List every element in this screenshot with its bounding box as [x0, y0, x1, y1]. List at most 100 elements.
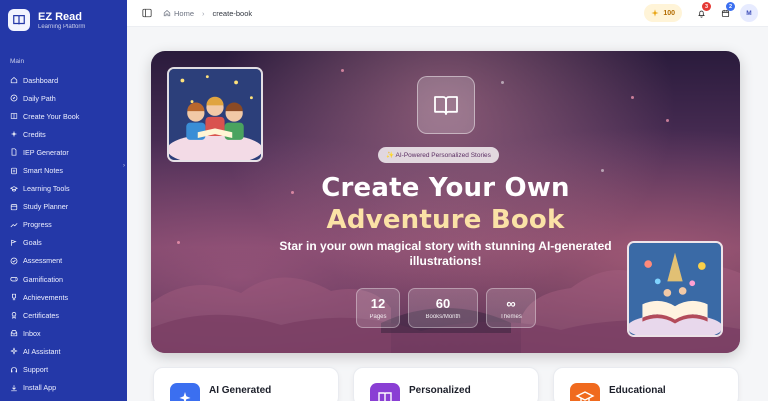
open-book-thumbnail	[627, 241, 723, 337]
download-icon	[10, 384, 18, 392]
sidebar-item-label: Inbox	[23, 328, 41, 338]
topbar: Home › create-book 100 3 2 M	[127, 0, 768, 27]
sidebar-item-dashboard[interactable]: Dashboard	[0, 71, 127, 89]
stat-themes: ∞ Themes	[486, 288, 536, 328]
sidebar-item-iep-generator[interactable]: IEP Generator	[0, 143, 127, 161]
sidebar-item-install-app[interactable]: Install App	[0, 379, 127, 397]
sidebar-item-create-your-book[interactable]: Create Your Book	[0, 107, 127, 125]
stat-pages-value: 12	[370, 296, 386, 311]
sidebar-item-label: AI Assistant	[23, 346, 61, 356]
stat-books-month-label: Books/Month	[425, 314, 461, 320]
stat-books-month-value: 60	[435, 296, 451, 311]
sidebar-item-credits[interactable]: Credits	[0, 125, 127, 143]
ai-powered-pill: ✨ AI-Powered Personalized Stories	[378, 147, 499, 163]
credits-value: 100	[663, 9, 675, 17]
sidebar-item-label: Learning Tools	[23, 184, 70, 194]
credits-pill[interactable]: 100	[644, 4, 682, 22]
calendar-icon	[10, 203, 18, 211]
sidebar-item-study-planner[interactable]: Study Planner	[0, 198, 127, 216]
feature-personalized-title: Personalized	[409, 385, 471, 396]
magic-open-book-illustration-icon	[629, 243, 721, 335]
sidebar-item-gamification[interactable]: Gamification	[0, 270, 127, 288]
bot-icon	[10, 347, 18, 355]
sidebar-item-smart-notes[interactable]: Smart Notes	[0, 161, 127, 179]
open-book-icon	[434, 96, 458, 115]
stat-books-month: 60 Books/Month	[408, 288, 478, 328]
brand[interactable]: EZ Read Learning Platform	[0, 0, 127, 40]
app-root: EZ Read Learning Platform Main Dashboard…	[0, 0, 768, 401]
hero-subtitle: Star in your own magical story with stun…	[279, 239, 612, 268]
feature-card-ai-generated[interactable]: AI Generated	[153, 367, 339, 401]
feature-card-personalized[interactable]: Personalized	[353, 367, 539, 401]
sidebar-item-label: Gamification	[23, 274, 63, 284]
feature-personalized-icon	[370, 383, 400, 401]
sidebar-item-learning-tools[interactable]: Learning Tools	[0, 180, 127, 198]
avatar[interactable]: M	[740, 4, 758, 22]
calendar-button[interactable]: 2	[716, 2, 735, 22]
book-icon-box	[417, 76, 475, 134]
sidebar-item-label: Dashboard	[23, 75, 59, 85]
panel-toggle-icon	[142, 8, 152, 18]
breadcrumb: Home › create-book	[163, 9, 252, 18]
sidebar-item-label: Support	[23, 365, 49, 375]
sidebar-item-support[interactable]: Support	[0, 361, 127, 379]
hero-title-line1: Create Your Own	[321, 173, 570, 203]
home-icon	[10, 76, 18, 84]
sidebar-toggle-button[interactable]	[141, 7, 153, 19]
sidebar-item-daily-path[interactable]: Daily Path	[0, 89, 127, 107]
sidebar-item-label: Study Planner	[23, 202, 69, 212]
sidebar-item-ai-assistant[interactable]: AI Assistant	[0, 342, 127, 360]
sidebar-item-label: Smart Notes	[23, 166, 63, 176]
feature-ai-icon	[170, 383, 200, 401]
feature-educational-icon	[570, 383, 600, 401]
trophy-icon	[10, 293, 18, 301]
headset-icon	[10, 366, 18, 374]
sidebar-item-certificates[interactable]: Certificates	[0, 306, 127, 324]
notifications-button[interactable]: 3	[692, 2, 711, 22]
sidebar-item-label: Goals	[23, 238, 42, 248]
graduation-cap-icon	[10, 185, 18, 193]
stat-pages-label: Pages	[369, 314, 387, 320]
sidebar-item-progress[interactable]: Progress	[0, 216, 127, 234]
sidebar-section-label: Main	[10, 58, 25, 65]
notifications-badge: 3	[702, 2, 711, 11]
trend-icon	[10, 221, 18, 229]
notes-icon	[10, 167, 18, 175]
brand-logo-icon	[8, 9, 30, 31]
sparkle-icon	[10, 130, 18, 138]
sidebar-nav: Dashboard Daily Path Create Your Book Credi…	[0, 71, 127, 397]
kids-reading-thumbnail	[167, 67, 263, 162]
sidebar-item-label: Credits	[23, 129, 46, 139]
feature-ai-title: AI Generated	[209, 385, 272, 396]
gamepad-icon	[10, 275, 18, 283]
brand-subtitle: Learning Platform	[38, 23, 86, 30]
sidebar-item-assessment[interactable]: Assessment	[0, 252, 127, 270]
sidebar-item-achievements[interactable]: Achievements	[0, 288, 127, 306]
feature-card-educational[interactable]: Educational	[553, 367, 739, 401]
breadcrumb-home-link[interactable]: Home	[174, 9, 194, 18]
sidebar: EZ Read Learning Platform Main Dashboard…	[0, 0, 127, 401]
sidebar-item-label: IEP Generator	[23, 147, 69, 157]
home-icon	[163, 9, 171, 17]
calendar-badge: 2	[726, 2, 735, 11]
sidebar-item-label: Certificates	[23, 310, 59, 320]
sidebar-item-label: Assessment	[23, 256, 63, 266]
inbox-icon	[10, 329, 18, 337]
topbar-actions: 100 3 2 M	[644, 2, 758, 22]
compass-icon	[10, 94, 18, 102]
stat-themes-label: Themes	[500, 314, 522, 320]
collapse-caret-icon[interactable]: ›	[123, 163, 125, 169]
breadcrumb-separator-icon: ›	[202, 8, 205, 18]
hero-banner: ✨ AI-Powered Personalized Stories Create…	[151, 51, 740, 353]
target-icon	[10, 239, 18, 247]
sidebar-item-goals[interactable]: Goals	[0, 234, 127, 252]
kids-reading-illustration-icon	[169, 69, 261, 160]
brand-name: EZ Read	[38, 10, 83, 23]
sidebar-item-label: Install App	[23, 383, 57, 393]
stat-pages: 12 Pages	[356, 288, 400, 328]
stat-themes-value: ∞	[506, 296, 516, 311]
document-icon	[10, 148, 18, 156]
checklist-icon	[10, 257, 18, 265]
sidebar-item-label: Progress	[23, 220, 52, 230]
sidebar-item-inbox[interactable]: Inbox	[0, 324, 127, 342]
